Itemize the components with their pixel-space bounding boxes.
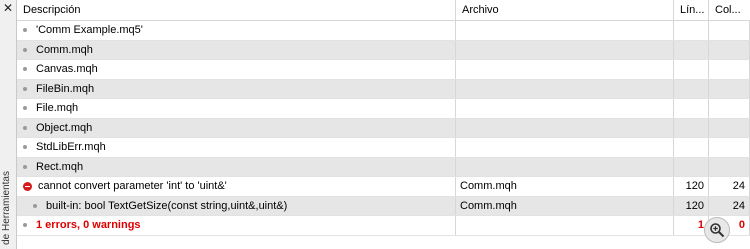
- close-icon[interactable]: ✕: [2, 1, 14, 15]
- row-description: FileBin.mqh: [36, 82, 95, 95]
- column-header-line[interactable]: Lín...: [674, 0, 709, 20]
- row-description: built-in: bool TextGetSize(const string,…: [46, 199, 288, 212]
- row-description: File.mqh: [36, 102, 79, 115]
- column-header-description[interactable]: Descripción: [17, 0, 456, 20]
- row-file: [456, 79, 674, 98]
- row-column: 24: [709, 196, 750, 215]
- row-file: Comm.mqh: [456, 196, 674, 215]
- row-description: Canvas.mqh: [36, 63, 98, 76]
- bullet-icon: [23, 28, 27, 33]
- zoom-in-icon: [710, 223, 725, 238]
- row-line: [674, 40, 709, 59]
- row-file: Comm.mqh: [456, 177, 674, 196]
- row-line: [674, 157, 709, 176]
- table-row[interactable]: built-in: bool TextGetSize(const string,…: [17, 196, 750, 216]
- zoom-in-button[interactable]: [704, 217, 730, 243]
- row-line: [674, 99, 709, 118]
- table-row[interactable]: 'Comm Example.mq5': [17, 21, 750, 41]
- row-line: [674, 138, 709, 157]
- column-header-column[interactable]: Col...: [709, 0, 750, 20]
- row-column: [709, 79, 750, 98]
- row-description: Object.mqh: [36, 121, 93, 134]
- row-description: StdLibErr.mqh: [36, 141, 106, 154]
- row-description: Rect.mqh: [36, 160, 84, 173]
- error-icon: [23, 181, 32, 191]
- table-row[interactable]: File.mqh: [17, 99, 750, 119]
- row-description: Comm.mqh: [36, 43, 93, 56]
- row-column: [709, 60, 750, 79]
- summary-text: 1 errors, 0 warnings: [36, 219, 141, 232]
- row-file: [456, 138, 674, 157]
- bullet-icon: [23, 86, 27, 91]
- table-row[interactable]: StdLibErr.mqh: [17, 138, 750, 158]
- row-line: [674, 21, 709, 40]
- row-line: 120: [674, 177, 709, 196]
- row-column: [709, 99, 750, 118]
- row-column: [709, 138, 750, 157]
- bullet-icon: [23, 47, 27, 52]
- column-header-file[interactable]: Archivo: [456, 0, 674, 20]
- row-column: 24: [709, 177, 750, 196]
- table-row[interactable]: Canvas.mqh: [17, 60, 750, 80]
- bullet-icon: [23, 106, 27, 111]
- row-file: [456, 40, 674, 59]
- row-description: 'Comm Example.mq5': [36, 24, 143, 37]
- bullet-icon: [33, 203, 37, 208]
- toolbox-title: de Herramientas: [1, 171, 12, 245]
- row-file: [456, 21, 674, 40]
- row-column: [709, 157, 750, 176]
- row-column: [709, 21, 750, 40]
- toolbox-sidebar: ✕ de Herramientas: [0, 0, 17, 249]
- row-file: [456, 157, 674, 176]
- bullet-icon: [23, 164, 27, 169]
- bullet-icon: [23, 125, 27, 130]
- errors-table: Descripción Archivo Lín... Col... 'Comm …: [17, 0, 750, 249]
- bullet-icon: [23, 145, 27, 150]
- row-file: [456, 118, 674, 137]
- table-row[interactable]: Comm.mqh: [17, 40, 750, 60]
- bullet-icon: [23, 67, 27, 72]
- row-line: [674, 79, 709, 98]
- row-column: [709, 118, 750, 137]
- table-row-summary[interactable]: 1 errors, 0 warnings 1 0: [17, 216, 750, 236]
- row-file: [456, 216, 674, 235]
- row-line: [674, 118, 709, 137]
- row-description: cannot convert parameter 'int' to 'uint&…: [38, 180, 227, 193]
- table-row[interactable]: Object.mqh: [17, 118, 750, 138]
- row-file: [456, 60, 674, 79]
- row-line: 120: [674, 196, 709, 215]
- table-row[interactable]: FileBin.mqh: [17, 79, 750, 99]
- table-row-error[interactable]: cannot convert parameter 'int' to 'uint&…: [17, 177, 750, 197]
- bullet-icon: [23, 223, 27, 228]
- row-line: [674, 60, 709, 79]
- table-row[interactable]: Rect.mqh: [17, 157, 750, 177]
- table-header: Descripción Archivo Lín... Col...: [17, 0, 750, 21]
- row-file: [456, 99, 674, 118]
- row-column: [709, 40, 750, 59]
